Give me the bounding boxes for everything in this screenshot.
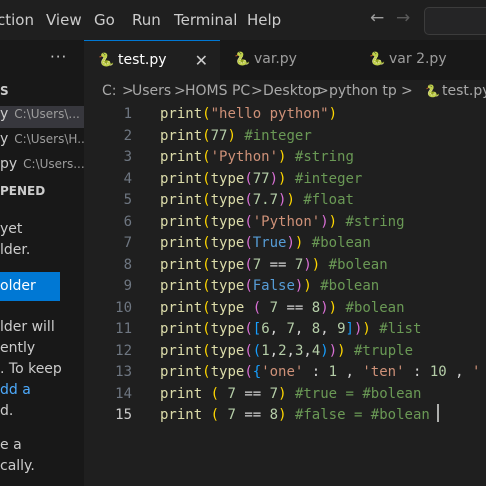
python-file-icon: 🐍: [98, 53, 115, 68]
code-line[interactable]: print(type(False)) #bolean: [160, 278, 379, 294]
open-folder-label: older: [0, 278, 36, 294]
info-text: cally.: [0, 458, 35, 474]
breadcrumb-item[interactable]: python tp: [329, 83, 397, 99]
line-number: 15: [115, 407, 132, 423]
forward-arrow-icon[interactable]: →: [396, 8, 410, 28]
open-editor-name: y: [0, 106, 9, 122]
menu-bar: ction View Go Run Terminal Help ← →: [0, 0, 486, 40]
tab-var-py[interactable]: 🐍 var.py: [220, 40, 355, 80]
code-line[interactable]: print ( 7 == 8) #false = #bolean: [160, 407, 430, 423]
tab-test-py[interactable]: 🐍 test.py ✕: [84, 40, 220, 80]
code-line[interactable]: print('Python') #string: [160, 149, 354, 165]
code-line[interactable]: print(type(7 == 7)) #bolean: [160, 257, 388, 273]
menu-run[interactable]: Run: [132, 11, 161, 29]
python-file-icon: 🐍: [369, 52, 386, 67]
breadcrumb-item[interactable]: C:: [102, 83, 117, 99]
line-number: 14: [115, 385, 132, 402]
breadcrumb: C: > Users > HOMS PC > Desktop > python …: [84, 80, 486, 102]
breadcrumb-separator: >: [251, 83, 263, 99]
breadcrumb-item[interactable]: test.py: [442, 83, 486, 99]
more-actions-icon[interactable]: ···: [50, 48, 67, 66]
python-file-icon: 🐍: [425, 84, 440, 98]
breadcrumb-separator: >: [174, 83, 186, 99]
code-line[interactable]: print(type('Python')) #string: [160, 214, 405, 230]
code-line[interactable]: print(type(True)) #bolean: [160, 235, 371, 251]
command-center-search[interactable]: [424, 7, 486, 35]
line-number: 9: [123, 278, 132, 294]
breadcrumb-item[interactable]: Desktop: [263, 83, 321, 99]
line-number: 12: [115, 342, 132, 359]
line-number: 8: [123, 256, 132, 273]
info-text: d.: [0, 403, 14, 419]
code-line[interactable]: print(type ( 7 == 8)) #bolean: [160, 300, 405, 316]
open-editor-path: C:\Users\H...: [14, 132, 84, 146]
text-cursor: [437, 404, 439, 422]
code-line[interactable]: print ( 7 == 7) #true = #bolean: [160, 386, 421, 402]
line-number: 11: [115, 321, 132, 337]
info-text: e a: [0, 437, 22, 453]
tab-var-2-py[interactable]: 🐍 var 2.py: [355, 40, 486, 80]
code-line[interactable]: print(type([6, 7, 8, 9])) #list: [160, 321, 421, 337]
line-number: 6: [123, 213, 132, 230]
editor-tab-bar: 🐍 test.py ✕ 🐍 var.py 🐍 var 2.py: [84, 40, 486, 80]
no-folder-opened-header: PENED: [0, 184, 46, 198]
welcome-text: yet: [0, 221, 23, 237]
tab-label: test.py: [118, 52, 167, 68]
tab-label: var.py: [254, 51, 297, 67]
welcome-text: lder.: [0, 242, 31, 258]
info-text: . To keep: [0, 361, 62, 377]
line-number: 2: [123, 127, 132, 144]
breadcrumb-separator: >: [401, 83, 413, 99]
tab-label: var 2.py: [389, 51, 447, 67]
code-line[interactable]: print(type(77)) #integer: [160, 171, 362, 187]
open-editor-name: py: [0, 156, 18, 172]
menu-go[interactable]: Go: [94, 11, 115, 29]
open-editor-item[interactable]: py C:\Users...: [0, 156, 84, 178]
line-number: 10: [115, 299, 132, 316]
code-editor[interactable]: 1 print("hello python") 2 print(77) #intege…: [84, 102, 486, 486]
menu-view[interactable]: View: [46, 11, 82, 29]
menu-help[interactable]: Help: [247, 11, 281, 29]
breadcrumb-item[interactable]: HOMS PC: [185, 83, 250, 99]
open-folder-button[interactable]: older: [0, 272, 60, 301]
code-line[interactable]: print("hello python"): [160, 106, 337, 122]
back-arrow-icon[interactable]: ←: [370, 8, 384, 28]
open-editor-item[interactable]: y C:\Users\H...: [0, 131, 84, 153]
line-number: 3: [123, 149, 132, 165]
code-line[interactable]: print(77) #integer: [160, 128, 312, 144]
menu-terminal[interactable]: Terminal: [174, 11, 237, 29]
breadcrumb-item[interactable]: Users: [132, 83, 171, 99]
line-number: 13: [115, 364, 132, 380]
open-editor-path: C:\Users...: [23, 157, 84, 171]
close-icon[interactable]: ✕: [195, 51, 208, 70]
breadcrumb-separator: >: [317, 83, 329, 99]
code-line[interactable]: print(type((1,2,3,4))) #truple: [160, 343, 413, 359]
section-header: S: [0, 84, 9, 98]
open-editor-path: C:\Users\...: [14, 107, 80, 121]
line-number: 4: [123, 170, 132, 187]
open-editor-name: y: [0, 131, 9, 147]
line-number: 1: [123, 106, 132, 122]
menu-selection[interactable]: ction: [0, 11, 34, 29]
explorer-sidebar: ··· S y C:\Users\... y C:\Users\H... py C:\…: [0, 40, 84, 486]
line-number: 7: [123, 235, 132, 251]
python-file-icon: 🐍: [234, 52, 251, 67]
code-line[interactable]: print(type({'one' : 1 , 'ten' : 10 , ': [160, 364, 480, 380]
info-text: ently: [0, 340, 36, 356]
code-line[interactable]: print(type(7.7)) #float: [160, 192, 354, 208]
line-number: 5: [123, 192, 132, 208]
info-text: lder will: [0, 319, 55, 335]
open-editor-item[interactable]: y C:\Users\...: [0, 106, 84, 128]
add-folder-link[interactable]: dd a: [0, 382, 31, 398]
